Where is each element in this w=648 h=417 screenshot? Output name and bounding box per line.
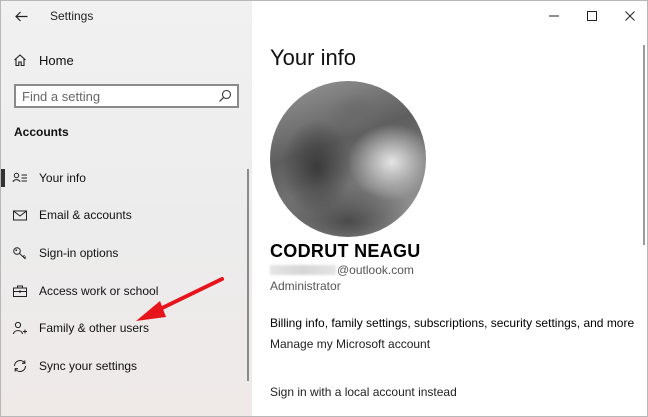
mail-icon	[13, 210, 27, 221]
sidebar-item-label: Sync your settings	[39, 358, 138, 373]
back-button[interactable]	[1, 1, 41, 31]
avatar	[270, 81, 426, 237]
user-name: CODRUT NEAGU	[270, 241, 421, 261]
search-input[interactable]	[16, 88, 206, 104]
app-title: Settings	[50, 9, 94, 23]
key-icon	[13, 247, 27, 260]
home-label: Home	[39, 52, 74, 68]
billing-info-text: Billing info, family settings, subscript…	[270, 316, 635, 330]
sidebar-scrollbar[interactable]	[247, 169, 249, 381]
sidebar-item-label: Email & accounts	[39, 208, 132, 223]
email-redacted	[270, 265, 336, 275]
section-title: Accounts	[14, 125, 69, 139]
main-scrollbar[interactable]	[643, 45, 645, 245]
close-button[interactable]	[611, 1, 647, 31]
maximize-button[interactable]	[573, 1, 611, 31]
sync-icon	[13, 359, 27, 372]
minimize-button[interactable]	[535, 1, 573, 31]
window-controls	[535, 1, 647, 31]
search-box[interactable]	[14, 84, 239, 108]
arrow-left-icon	[14, 11, 27, 21]
annotation-arrow-icon	[136, 277, 224, 321]
sidebar-item-sign-in-options[interactable]: Sign-in options	[1, 234, 252, 272]
sidebar-item-email-accounts[interactable]: Email & accounts	[1, 197, 252, 235]
user-role: Administrator	[270, 279, 341, 293]
person-card-icon	[12, 172, 27, 182]
maximize-icon	[587, 11, 597, 21]
home-icon	[14, 54, 26, 67]
briefcase-icon	[13, 285, 27, 297]
home-nav[interactable]: Home	[1, 47, 252, 73]
email-domain: @outlook.com	[337, 263, 414, 277]
email-row: @outlook.com	[270, 263, 414, 277]
sidebar: Settings Home Accounts Your	[1, 1, 252, 416]
sidebar-item-label: Sign-in options	[39, 245, 119, 260]
main-panel: Your info CODRUT NEAGU @outlook.com Admi…	[252, 1, 647, 416]
accounts-nav: Your info Email & accounts Sign-in optio…	[1, 159, 252, 385]
manage-account-link[interactable]: Manage my Microsoft account	[270, 337, 430, 351]
sidebar-item-sync-settings[interactable]: Sync your settings	[1, 347, 252, 385]
settings-window: Settings Home Accounts Your	[0, 0, 648, 417]
sidebar-item-your-info[interactable]: Your info	[1, 159, 252, 197]
close-icon	[625, 11, 635, 21]
search-icon[interactable]	[218, 89, 232, 103]
sidebar-item-label: Your info	[39, 170, 86, 185]
local-account-link[interactable]: Sign in with a local account instead	[270, 385, 457, 399]
minimize-icon	[549, 15, 559, 17]
title-bar: Settings	[1, 1, 252, 31]
page-title: Your info	[270, 45, 357, 70]
person-icon	[13, 322, 27, 335]
